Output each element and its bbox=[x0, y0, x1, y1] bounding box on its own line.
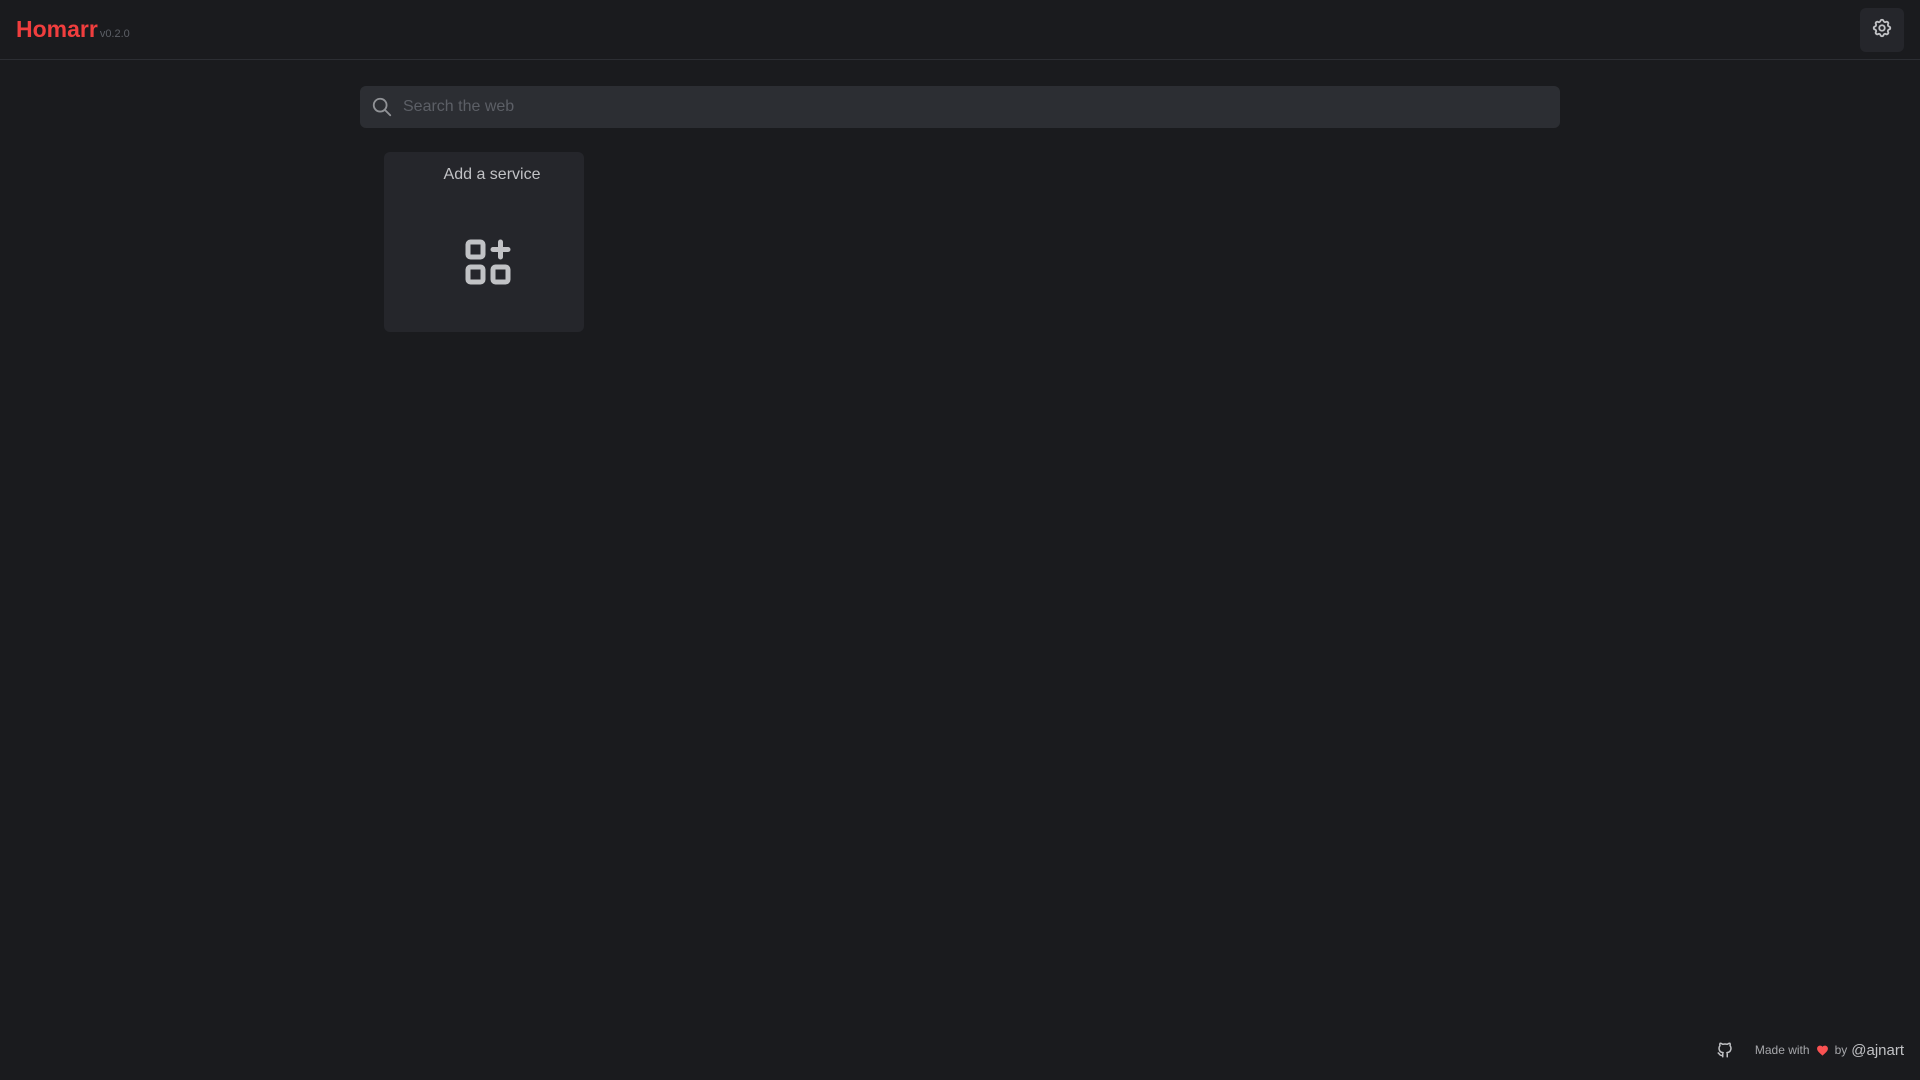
app-title: Homarr bbox=[16, 16, 98, 42]
search-input[interactable] bbox=[403, 87, 1559, 127]
heart-icon bbox=[1816, 1044, 1829, 1056]
by-text: by bbox=[1834, 1043, 1848, 1057]
settings-button[interactable] bbox=[1860, 8, 1904, 52]
search-icon bbox=[361, 87, 403, 127]
search-bar bbox=[360, 86, 1560, 128]
made-with-text: Made with bbox=[1754, 1043, 1810, 1057]
footer: Made with by @ajnart bbox=[1713, 1038, 1904, 1062]
brand: Homarr v0.2.0 bbox=[16, 16, 130, 43]
app-version: v0.2.0 bbox=[99, 28, 130, 40]
add-service-title: Add a service bbox=[443, 166, 541, 183]
gear-icon bbox=[1871, 17, 1893, 44]
apps-add-icon bbox=[458, 232, 518, 292]
github-icon[interactable] bbox=[1713, 1038, 1737, 1062]
app-header: Homarr v0.2.0 bbox=[0, 0, 1920, 60]
add-service-card[interactable]: Add a service bbox=[384, 152, 584, 332]
author-link[interactable]: @ajnart bbox=[1851, 1042, 1904, 1059]
